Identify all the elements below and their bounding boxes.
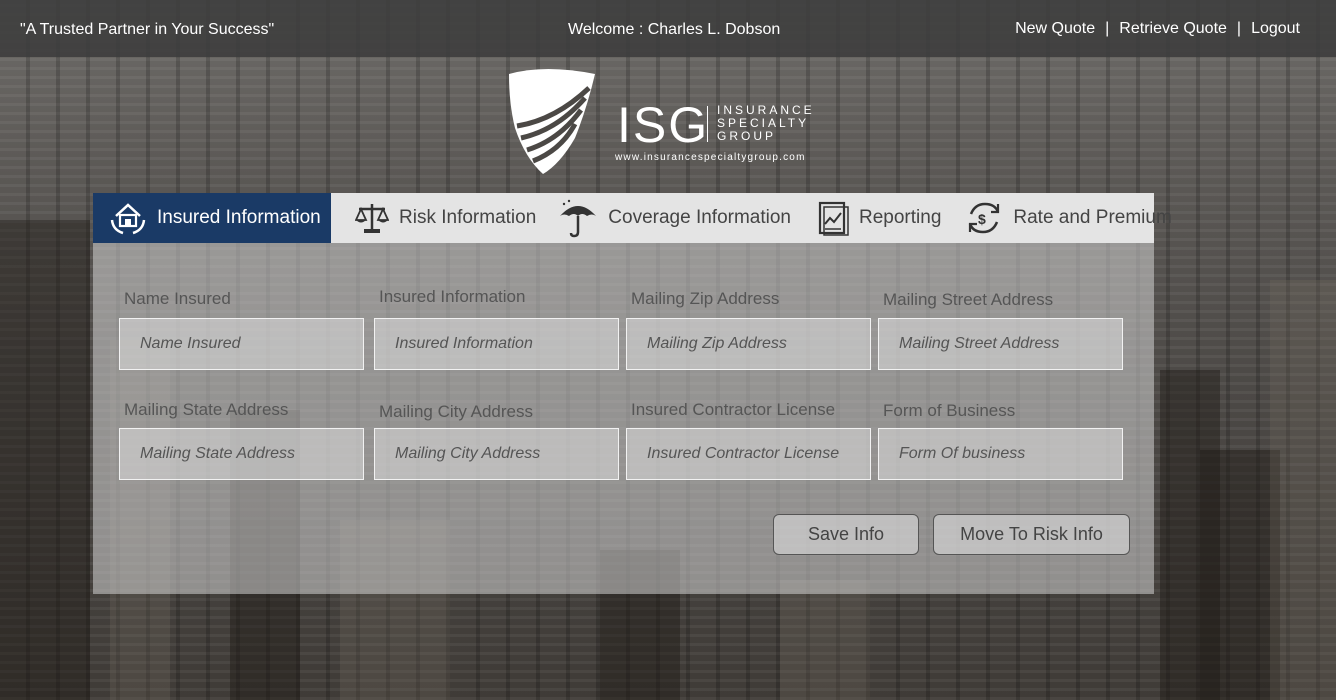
logo-subtitle: INSURANCE SPECIALTY GROUP [717,103,815,143]
logo-wordmark: ISG [617,97,710,153]
form-of-business-input[interactable] [878,428,1123,480]
welcome-text: Welcome : Charles L. Dobson [568,21,781,38]
tagline: "A Trusted Partner in Your Success" [20,21,275,38]
tab-label: Coverage Information [608,207,791,228]
field-label: Mailing Street Address [883,290,1054,309]
scales-icon [355,204,389,233]
building-shape [1270,280,1336,700]
tab-reporting[interactable]: Reporting [817,193,941,243]
svg-text:$: $ [978,211,986,227]
separator: | [1236,20,1242,37]
retrieve-quote-link[interactable]: Retrieve Quote [1119,20,1227,38]
building-shape [0,220,90,700]
mailing-street-input[interactable] [878,318,1123,370]
mailing-zip-field: Mailing Zip Address [626,289,871,370]
mailing-city-input[interactable] [374,428,619,480]
building-shape [780,580,870,700]
field-label: Name Insured [124,289,231,308]
form-of-business-field: Form of Business [878,401,1123,480]
top-bar: "A Trusted Partner in Your Success" Welc… [0,0,1336,57]
tab-risk-information[interactable]: Risk Information [355,193,536,243]
logo-divider [707,106,708,142]
field-label: Insured Information [379,287,526,306]
building-shape [1200,450,1280,700]
logout-link[interactable]: Logout [1251,20,1300,38]
isg-logo: ISG INSURANCE SPECIALTY GROUP www.insura… [505,68,815,176]
tab-label: Reporting [859,207,942,228]
name-insured-input[interactable] [119,318,364,370]
tab-rate-and-premium[interactable]: $ Rate and Premium [965,193,1172,243]
field-label: Mailing State Address [124,400,289,419]
contractor-license-field: Insured Contractor License [626,400,871,480]
tab-insured-information[interactable]: Insured Information [93,193,331,243]
tab-bar: Insured Information Risk Information Cov… [93,193,1172,243]
umbrella-icon [560,199,597,238]
contractor-license-input[interactable] [626,428,871,480]
logo-url: www.insurancespecialtygroup.com [615,152,806,163]
move-to-risk-info-button[interactable]: Move To Risk Info [933,514,1130,555]
top-nav: New Quote | Retrieve Quote | Logout [1015,20,1300,38]
field-label: Form of Business [883,401,1016,420]
save-info-button[interactable]: Save Info [773,514,919,555]
quote-panel: Insured Information Risk Information Cov… [93,193,1172,594]
name-insured-field: Name Insured [119,289,364,370]
tab-label: Rate and Premium [1013,207,1172,228]
field-label: Mailing City Address [379,402,534,421]
field-label: Insured Contractor License [631,400,836,419]
tab-label: Risk Information [399,207,537,228]
mailing-street-field: Mailing Street Address [878,290,1123,370]
dollar-cycle-icon: $ [969,202,1000,234]
report-icon [818,201,849,236]
tab-label: Insured Information [157,207,321,228]
field-label: Mailing Zip Address [631,289,780,308]
insured-information-input[interactable] [374,318,619,370]
mailing-zip-input[interactable] [626,318,871,370]
mailing-state-field: Mailing State Address [119,400,364,480]
new-quote-link[interactable]: New Quote [1015,20,1095,38]
mailing-state-input[interactable] [119,428,364,480]
insured-information-field: Insured Information [374,287,619,370]
separator: | [1105,20,1110,37]
tab-coverage-information[interactable]: Coverage Information [558,193,791,243]
shield-logo-icon [509,69,595,174]
house-hands-icon [110,203,146,235]
mailing-city-field: Mailing City Address [374,402,619,480]
